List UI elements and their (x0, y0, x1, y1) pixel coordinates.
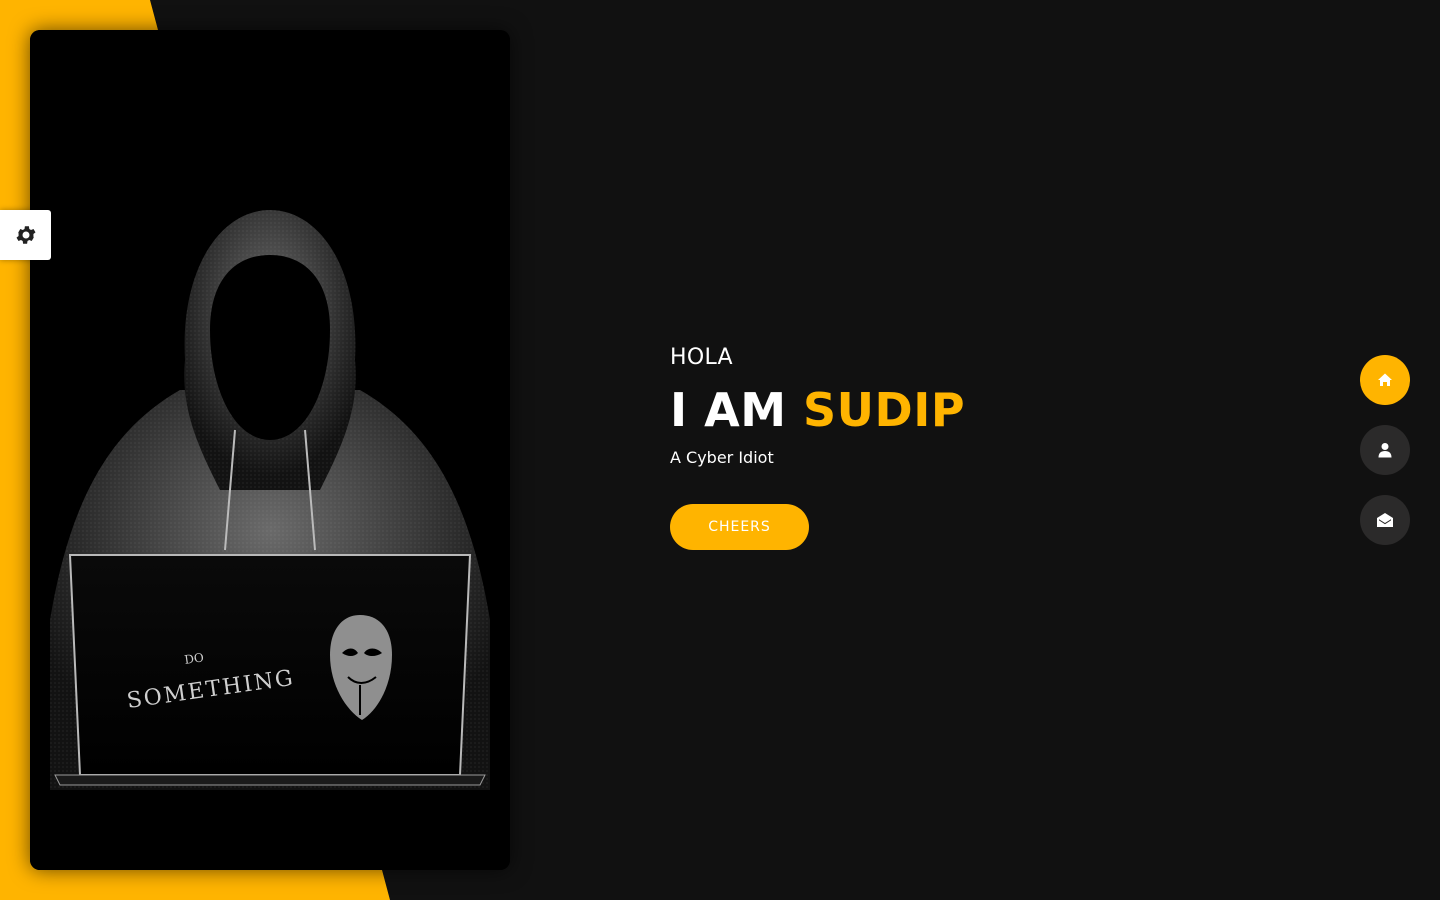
headline-prefix: I AM (670, 383, 787, 437)
gear-icon (16, 226, 35, 244)
nav-item-about[interactable] (1360, 425, 1410, 475)
hero-tagline: A Cyber Idiot (670, 448, 774, 467)
home-icon (1378, 373, 1392, 386)
side-navigation (1360, 355, 1410, 565)
envelope-open-icon (1377, 513, 1393, 527)
nav-item-home[interactable] (1360, 355, 1410, 405)
laptop-sticker-small-text: DO (183, 650, 204, 667)
page: DO SOMETHING HOLA I AM SUDIP A Cyber Idi… (0, 0, 1440, 900)
hero-greeting: HOLA (670, 345, 733, 370)
nav-item-contact[interactable] (1360, 495, 1410, 545)
hero-photo: DO SOMETHING (30, 30, 510, 870)
cheers-button[interactable]: CHEERS (670, 504, 809, 550)
hero-headline: I AM SUDIP (670, 382, 965, 438)
headline-name: SUDIP (803, 383, 966, 437)
settings-toggle-button[interactable] (0, 210, 51, 260)
hero-section: HOLA I AM SUDIP A Cyber Idiot CHEERS (670, 345, 965, 550)
user-icon (1378, 443, 1392, 458)
